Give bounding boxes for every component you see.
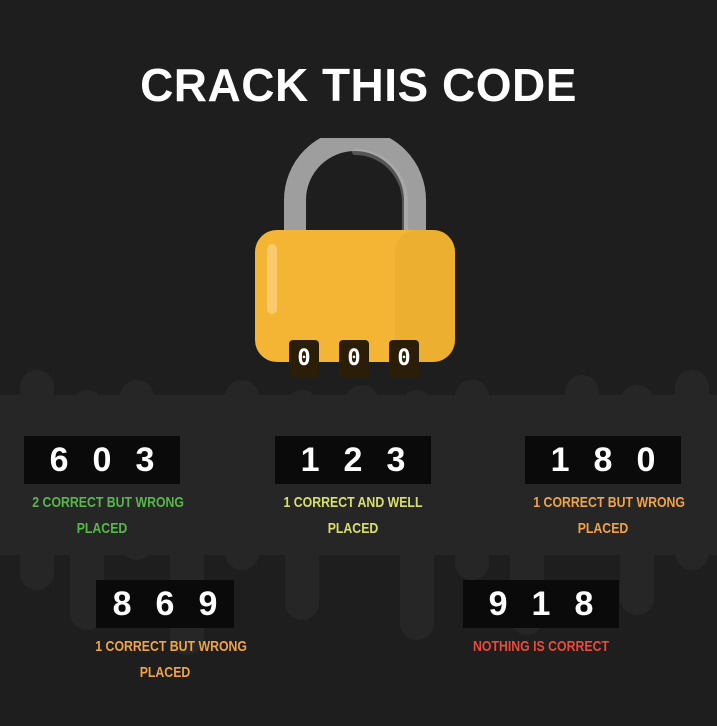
lock-dial-1[interactable]: 0 [289,340,319,378]
clue-code: 6 0 3 [24,436,180,484]
clue-digit: 3 [386,441,406,479]
clue-digit: 9 [488,585,508,623]
clue-5: 9 1 8 NOTHING IS CORRECT [456,580,626,660]
clue-digit: 8 [593,441,613,479]
lock-dial-3[interactable]: 0 [389,340,419,378]
clue-1: 6 0 3 2 CORRECT BUT WRONG PLACED [17,436,187,542]
clue-digit: 8 [112,585,132,623]
clue-digit: 0 [92,441,112,479]
clue-hint-line: PLACED [139,664,191,681]
clue-hint: 2 CORRECT BUT WRONG PLACED [32,490,184,542]
clue-code: 1 2 3 [275,436,431,484]
clue-hint-line: 1 CORRECT BUT WRONG [95,638,247,655]
clue-hint-line: PLACED [577,520,629,537]
clue-digit: 1 [531,585,551,623]
clue-hint-line: 1 CORRECT BUT WRONG [533,494,685,511]
clue-digit: 1 [550,441,570,479]
clue-3: 1 8 0 1 CORRECT BUT WRONG PLACED [518,436,688,542]
clue-digit: 9 [198,585,218,623]
clue-hint-line: PLACED [327,520,379,537]
clue-4: 8 6 9 1 CORRECT BUT WRONG PLACED [80,580,250,686]
clue-hint-line: 2 CORRECT BUT WRONG [32,494,184,511]
clue-hint: 1 CORRECT AND WELL PLACED [283,490,423,542]
clue-digit: 0 [636,441,656,479]
lock-dial-2[interactable]: 0 [339,340,369,378]
clue-code: 8 6 9 [96,580,234,628]
clue-digit: 2 [343,441,363,479]
clue-hint: 1 CORRECT BUT WRONG PLACED [533,490,685,542]
clue-hint-line: NOTHING IS CORRECT [473,638,609,655]
clue-digit: 6 [155,585,175,623]
clue-hint-line: PLACED [76,520,128,537]
clue-digit: 3 [135,441,155,479]
clue-digit: 8 [574,585,594,623]
clue-digit: 6 [49,441,69,479]
clue-2: 1 2 3 1 CORRECT AND WELL PLACED [268,436,438,542]
clue-hint: NOTHING IS CORRECT [471,634,610,660]
page-title: CRACK THIS CODE [140,59,577,111]
clue-code: 1 8 0 [525,436,681,484]
padlock: 0 0 0 [245,129,465,388]
clue-code: 9 1 8 [463,580,619,628]
clue-digit: 1 [300,441,320,479]
clue-hint-line: 1 CORRECT AND WELL [283,494,423,511]
clue-hint: 1 CORRECT BUT WRONG PLACED [95,634,247,686]
